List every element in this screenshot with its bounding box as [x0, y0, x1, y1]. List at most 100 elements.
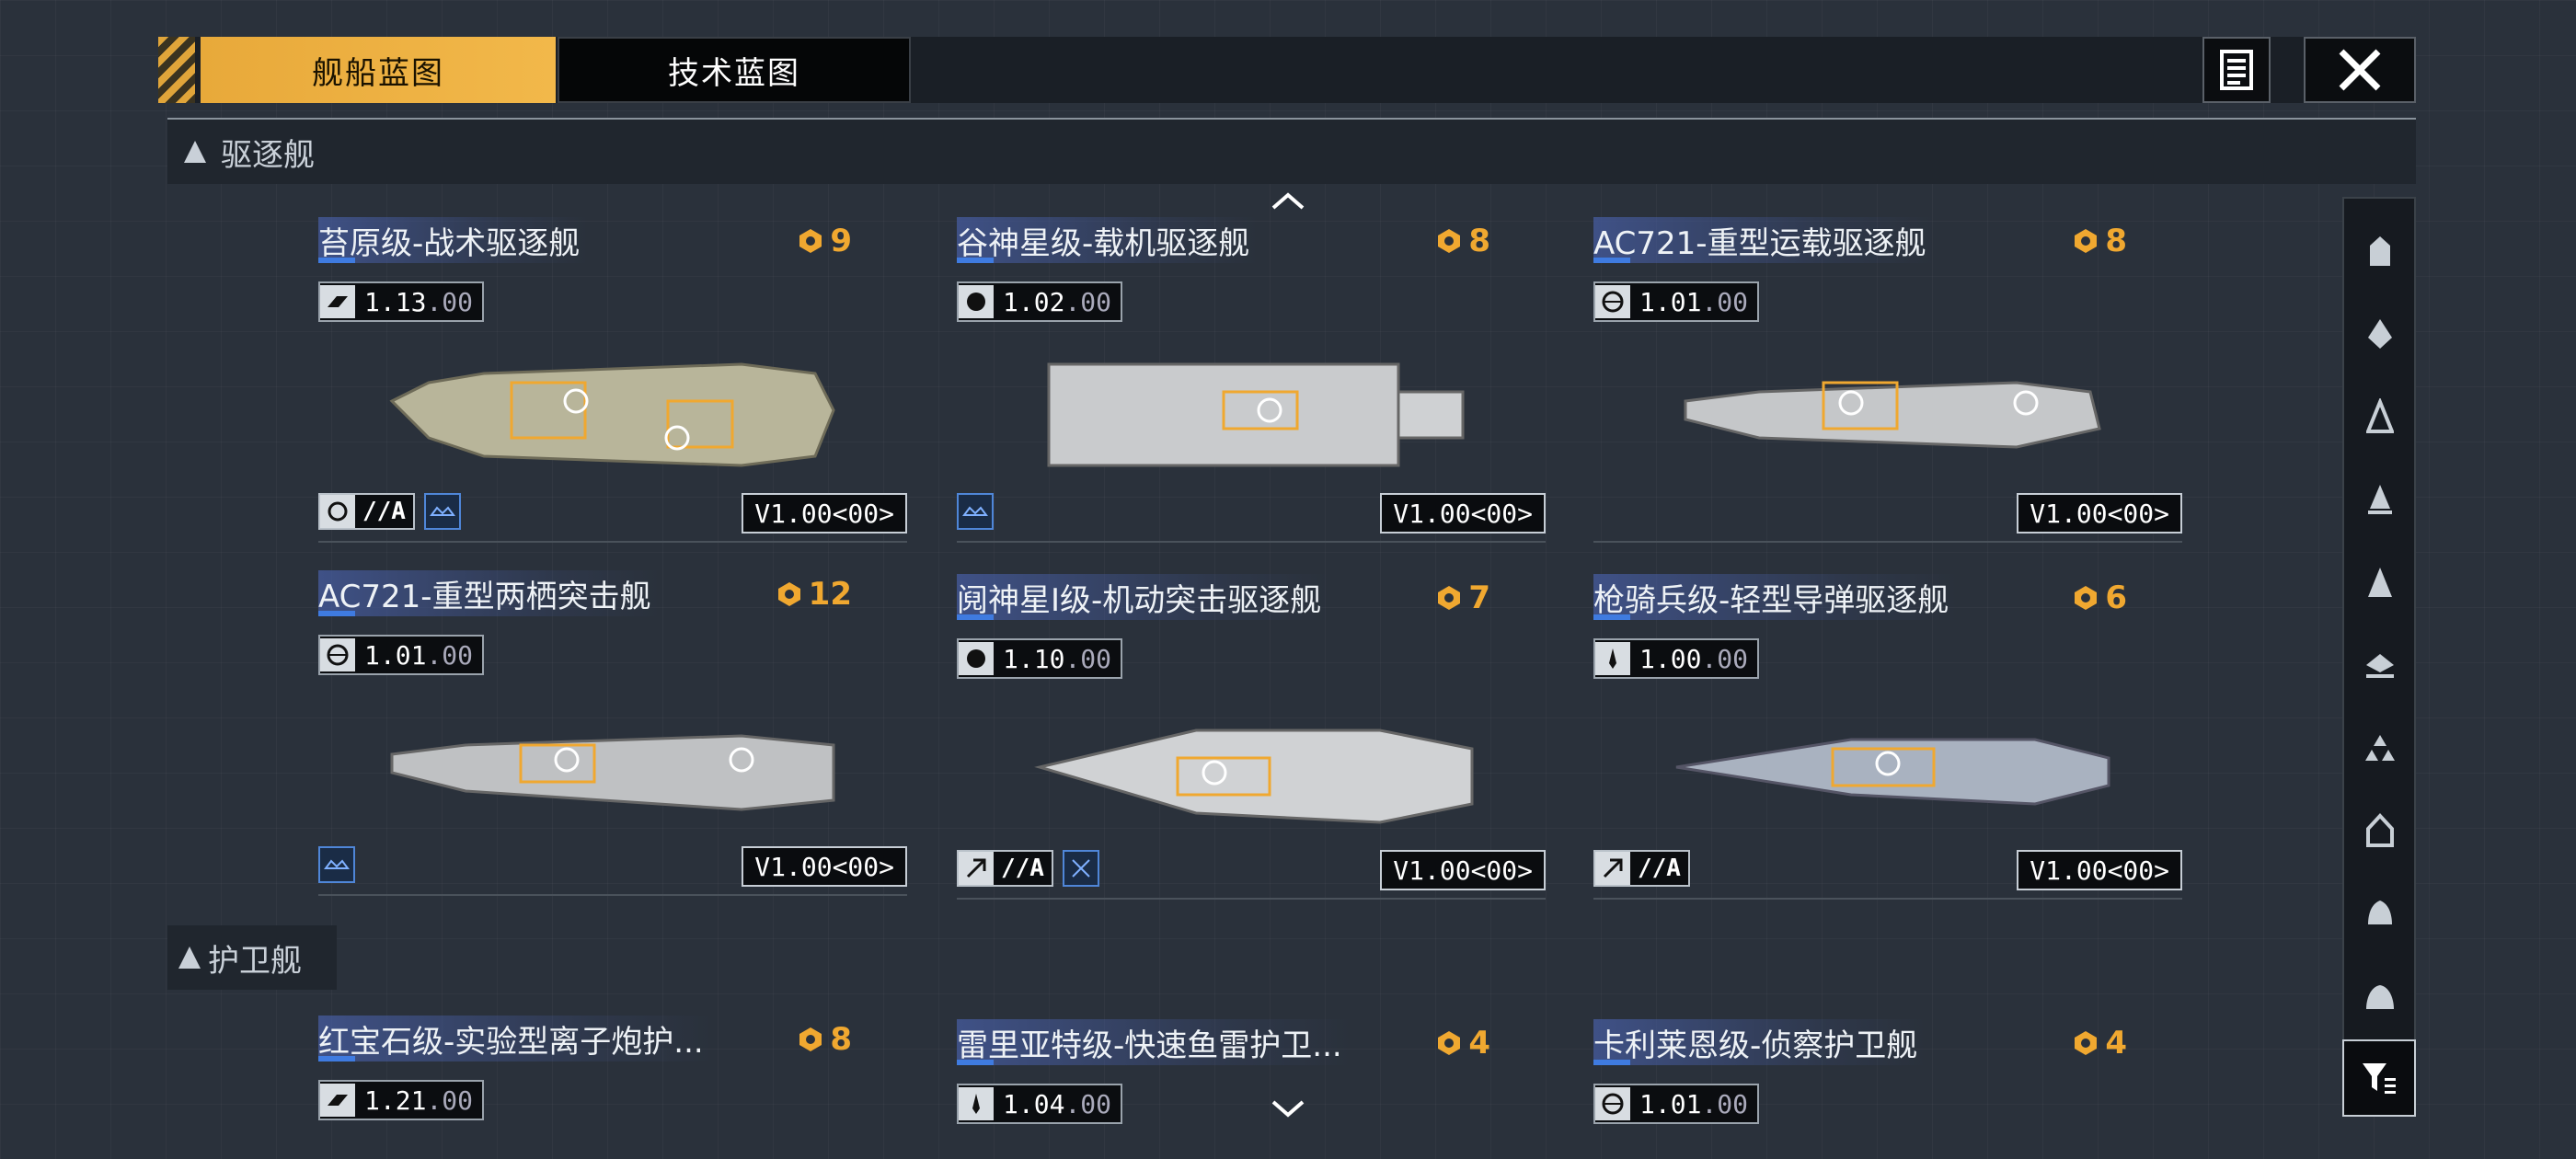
cost-value: 8: [1468, 223, 1490, 259]
ship-title: 枪骑兵级-轻型导弹驱逐舰: [1593, 574, 1957, 620]
coin-icon: [2075, 1031, 2098, 1055]
ship-card[interactable]: AC721-重型运载驱逐舰 8 1.01.00 V1.00<00>: [1593, 217, 2182, 548]
cost-value: 6: [2105, 580, 2127, 616]
filter-class-4[interactable]: [2350, 469, 2410, 530]
globe-icon: [1595, 285, 1630, 318]
ship-version-value: 1.02.00: [1003, 286, 1112, 317]
ship-card[interactable]: 苔原级-战术驱逐舰 9 1.13.00 //A V1.00<00>: [318, 217, 907, 548]
close-button[interactable]: [2304, 37, 2416, 103]
ship-card[interactable]: 卡利莱恩级-侦察护卫舰 4 1.01.00: [1593, 1019, 2182, 1135]
ship-version-value: 1.01.00: [1639, 1088, 1749, 1119]
scroll-down-icon[interactable]: [1270, 1098, 1306, 1120]
ship-class-icon: [2370, 236, 2390, 266]
cost-badge: 8: [1435, 223, 1490, 259]
scale-bar: [318, 535, 907, 543]
arrow-icon: [959, 852, 994, 885]
ship-card[interactable]: 红宝石级-实验型离子炮护... 8 1.21.00: [318, 1016, 907, 1135]
ship-class-icon: [2366, 654, 2394, 678]
cost-badge: 8: [2072, 223, 2127, 259]
ship-version-badge: 1.04.00: [957, 1084, 1123, 1124]
ship-image: [1047, 362, 1465, 467]
scale-bar: [1593, 892, 2182, 900]
blueprint-version: V1.00<00>: [2017, 493, 2182, 534]
coin-icon: [777, 582, 800, 606]
ship-class-icon: [2368, 485, 2392, 514]
ship-card[interactable]: AC721-重型两栖突击舰 12 1.01.00 V1.00<00>: [318, 570, 907, 901]
cost-value: 8: [2105, 223, 2127, 259]
tag-list: //A: [1593, 850, 1690, 887]
ship-class-icon: [2366, 813, 2394, 847]
ship-version-badge: 1.01.00: [1593, 1084, 1760, 1124]
scroll-up-icon[interactable]: [1270, 189, 1306, 212]
section-label: 驱逐舰: [221, 136, 315, 174]
ship-version-value: 1.04.00: [1003, 1088, 1112, 1119]
class-tag: //A: [318, 493, 415, 530]
filter-class-3[interactable]: [2350, 386, 2410, 447]
coin-icon: [2075, 229, 2098, 253]
cost-value: 12: [808, 576, 852, 613]
ship-title: AC721-重型运载驱逐舰: [1593, 217, 1934, 263]
tag-list: //A: [957, 850, 1099, 887]
ship-class-icon: [2365, 735, 2395, 761]
ship-version-badge: 1.10.00: [957, 638, 1123, 679]
coin-icon: [1438, 229, 1461, 253]
ship-class-icon: [2366, 985, 2394, 1009]
filter-class-6[interactable]: [2350, 635, 2410, 695]
blueprint-version: V1.00<00>: [2017, 850, 2182, 890]
carrier-tag-icon: [957, 493, 994, 530]
cost-badge: 4: [2072, 1025, 2127, 1061]
ship-version-badge: 1.00.00: [1593, 638, 1760, 679]
ship-card[interactable]: 枪骑兵级-轻型导弹驱逐舰 6 1.00.00 //A V1.00<00>: [1593, 574, 2182, 905]
manufacturer-icon: [959, 285, 994, 318]
ship-card[interactable]: 谷神星级-载机驱逐舰 8 1.02.00 V1.00<00>: [957, 217, 1546, 548]
coin-icon: [1438, 586, 1461, 610]
filter-class-7[interactable]: [2350, 717, 2410, 778]
ship-card[interactable]: 阋神星I级-机动突击驱逐舰 7 1.10.00 //A V1.00<00>: [957, 574, 1546, 905]
filter-class-1[interactable]: [2350, 221, 2410, 281]
tab-tech-blueprint[interactable]: 技术蓝图: [558, 37, 911, 103]
scale-bar: [957, 535, 1546, 543]
filter-class-8[interactable]: [2350, 800, 2410, 861]
class-tag: //A: [1593, 850, 1690, 887]
ship-version-value: 1.21.00: [364, 1084, 474, 1116]
coin-icon: [2075, 586, 2098, 610]
crosshair-icon: [320, 495, 355, 528]
cost-badge: 12: [776, 576, 852, 613]
carrier-tag-icon: [318, 846, 355, 883]
notes-button[interactable]: [2202, 37, 2271, 103]
cost-badge: 6: [2072, 580, 2127, 616]
tab-ship-blueprint[interactable]: 舰船蓝图: [201, 37, 556, 103]
ship-card[interactable]: 雷里亚特级-快速鱼雷护卫... 4 1.04.00: [957, 1019, 1546, 1135]
scale-bar: [1593, 535, 2182, 543]
filter-icon: [2363, 1063, 2396, 1094]
coin-icon: [799, 229, 822, 253]
class-tag: //A: [957, 850, 1053, 887]
scale-bar: [318, 889, 907, 896]
filter-class-2[interactable]: [2350, 304, 2410, 364]
section-header-destroyer[interactable]: 驱逐舰: [167, 120, 2416, 184]
ship-version-value: 1.00.00: [1639, 643, 1749, 674]
cost-badge: 9: [797, 223, 852, 259]
tab-accent-stripe: [158, 37, 195, 103]
rocket-icon: [1595, 642, 1630, 675]
close-icon: [2339, 49, 2381, 91]
filter-class-9[interactable]: [2350, 883, 2410, 944]
cost-value: 9: [830, 223, 852, 259]
ship-version-badge: 1.13.00: [318, 281, 485, 322]
filter-class-5[interactable]: [2350, 552, 2410, 613]
section-header-frigate[interactable]: 护卫舰: [167, 925, 337, 990]
cost-badge: 8: [797, 1021, 852, 1058]
ship-version-value: 1.13.00: [364, 286, 474, 317]
ship-class-icon: [2368, 568, 2392, 597]
triangle-icon: [178, 947, 201, 969]
ship-class-sidebar: [2342, 197, 2416, 1117]
filter-button[interactable]: [2342, 1039, 2416, 1117]
notes-icon: [2220, 50, 2253, 90]
crossed-swords-icon: [1062, 850, 1099, 887]
ship-title: 谷神星级-载机驱逐舰: [957, 217, 1258, 263]
ship-image: [1684, 381, 2101, 449]
cost-value: 7: [1468, 580, 1490, 616]
filter-class-10[interactable]: [2350, 966, 2410, 1027]
cost-badge: 4: [1435, 1025, 1490, 1061]
ship-image: [390, 734, 835, 811]
